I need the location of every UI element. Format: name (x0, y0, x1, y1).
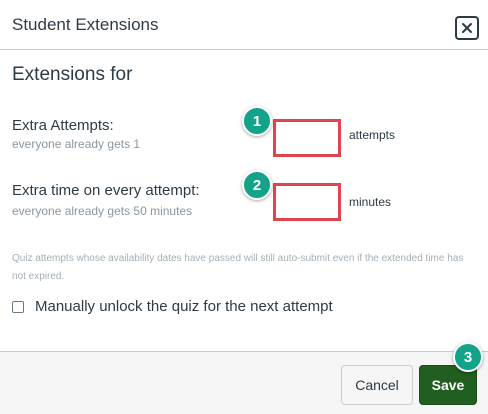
section-heading: Extensions for (12, 64, 133, 85)
extra-time-unit: minutes (349, 195, 392, 209)
auto-submit-note: Quiz attempts whose availability dates h… (12, 253, 464, 282)
unlock-quiz-checkbox[interactable] (12, 300, 24, 313)
extra-attempts-hint: everyone already gets 1 (12, 137, 141, 151)
dialog-title: Student Extensions (12, 15, 159, 34)
extra-attempts-highlight (273, 119, 341, 157)
close-icon (462, 23, 472, 33)
unlock-quiz-row[interactable]: Manually unlock the quiz for the next at… (12, 298, 333, 315)
dialog-header: Student Extensions (0, 0, 488, 50)
dialog-footer: Cancel Save (0, 351, 488, 414)
step-badge-1: 1 (242, 106, 272, 136)
close-button[interactable] (455, 16, 479, 40)
step-badge-3: 3 (453, 342, 483, 372)
extra-time-input[interactable] (279, 189, 335, 215)
extra-time-highlight (273, 183, 341, 221)
extra-time-hint: everyone already gets 50 minutes (12, 204, 193, 218)
extra-attempts-label: Extra Attempts: (12, 117, 114, 134)
extra-attempts-input[interactable] (279, 125, 335, 151)
extra-attempts-unit: attempts (349, 128, 396, 142)
step-badge-2: 2 (242, 170, 272, 200)
cancel-button[interactable]: Cancel (341, 365, 413, 405)
unlock-quiz-label[interactable]: Manually unlock the quiz for the next at… (35, 298, 333, 315)
extra-time-label: Extra time on every attempt: (12, 182, 200, 199)
